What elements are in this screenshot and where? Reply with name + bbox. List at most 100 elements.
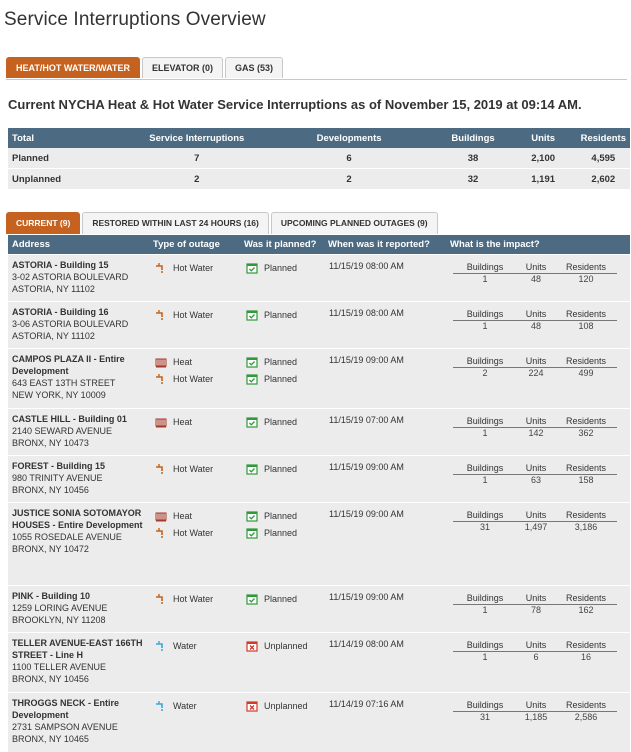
address-cell: TELLER AVENUE-EAST 166TH STREET - Line H…: [12, 637, 150, 685]
interruption-row: TELLER AVENUE-EAST 166TH STREET - Line H…: [8, 632, 630, 692]
interruption-row: THROGGS NECK - Entire Development 2731 SA…: [8, 692, 630, 752]
planned-status-label: Planned: [264, 463, 298, 474]
outage-type-cell: Water: [155, 637, 241, 654]
header-reported: When was it reported?: [328, 239, 430, 250]
impact-buildings-value: 1: [482, 321, 488, 331]
tab-elevator[interactable]: ELEVATOR (0): [142, 57, 224, 78]
outage-type-label: Water: [173, 640, 197, 651]
heat-icon: [155, 416, 167, 428]
address-cell: PINK - Building 10 1259 LORING AVENUE BROO…: [12, 590, 150, 626]
calendar-check-icon: [246, 510, 258, 522]
planned-status: Planned: [246, 259, 328, 276]
impact-buildings-value: 31: [479, 712, 490, 722]
planned-status-label: Planned: [264, 527, 298, 538]
interruption-row: ASTORIA - Building 16 3-06 ASTORIA BOULEV…: [8, 301, 630, 348]
planned-status: Planned: [246, 524, 328, 541]
impact-buildings-value: 1: [482, 274, 488, 284]
planned-cell: Planned: [246, 460, 328, 477]
summary-cell: 32: [436, 168, 510, 189]
impact-residents-label: Residents: [565, 416, 607, 426]
outage-type: Water: [155, 697, 241, 714]
impact-residents-label: Residents: [565, 640, 607, 650]
impact-units-value: 78: [530, 605, 541, 615]
outage-type-cell: Water: [155, 697, 241, 714]
planned-status: Planned: [246, 413, 328, 430]
summary-cell: 2,100: [509, 148, 577, 169]
interruption-row: JUSTICE SONIA SOTOMAYOR HOUSES - Entire …: [8, 502, 630, 585]
summary-cell: 2: [131, 168, 262, 189]
header-type: Type of outage: [153, 239, 220, 250]
planned-status-label: Planned: [264, 309, 298, 320]
outage-type: Hot Water: [155, 259, 241, 276]
interruption-row: CASTLE HILL - Building 01 2140 SEWARD AVE…: [8, 408, 630, 455]
impact-buildings-label: Buildings: [466, 640, 504, 650]
address-cell: CAMPOS PLAZA II - Entire Development 643 …: [12, 353, 150, 401]
outage-type: Hot Water: [155, 590, 241, 607]
summary-cell: 4,595: [576, 148, 630, 169]
planned-status-label: Planned: [264, 593, 298, 604]
impact-units-value: 142: [528, 428, 544, 438]
planned-status: Unplanned: [246, 637, 328, 654]
address-line: BRONX, NY 10456: [12, 485, 89, 495]
impact-buildings-label: Buildings: [466, 510, 504, 520]
impact-units-value: 1,497: [524, 522, 548, 532]
address-cell: JUSTICE SONIA SOTOMAYOR HOUSES - Entire …: [12, 507, 150, 555]
tab-divider: [6, 79, 627, 80]
tab-current[interactable]: CURRENT (9): [6, 212, 81, 234]
address-line: BRONX, NY 10473: [12, 438, 89, 448]
address-line: 980 TRINITY AVENUE: [12, 473, 103, 483]
impact-buildings-value: 1: [482, 605, 488, 615]
impact-units-value: 63: [530, 475, 541, 485]
outage-type-cell: Heat Hot Water: [155, 507, 241, 541]
impact-units-label: Units: [525, 463, 547, 473]
calendar-check-icon: [246, 373, 258, 385]
impact-buildings-value: 1: [482, 475, 488, 485]
planned-status: Planned: [246, 353, 328, 370]
impact-units-value: 48: [530, 274, 541, 284]
reported-date: 11/14/19 07:16 AM: [329, 699, 404, 709]
address-line: 643 EAST 13TH STREET: [12, 378, 116, 388]
impact-units-label: Units: [525, 262, 547, 272]
interruptions-rows: ASTORIA - Building 15 3-02 ASTORIA BOULEV…: [8, 254, 630, 752]
summary-cell: 7: [131, 148, 262, 169]
tab-upcoming[interactable]: UPCOMING PLANNED OUTAGES (9): [270, 212, 438, 234]
development-name: CASTLE HILL - Building 01: [12, 414, 127, 424]
summary-cell: 1,191: [509, 168, 577, 189]
heat-icon: [155, 510, 167, 522]
address-cell: THROGGS NECK - Entire Development 2731 SA…: [12, 697, 150, 745]
outage-type-label: Hot Water: [173, 527, 214, 538]
tab-restored[interactable]: RESTORED WITHIN LAST 24 HOURS (16): [82, 212, 269, 234]
impact-buildings-value: 2: [482, 368, 488, 378]
summary-header-total: Total: [8, 128, 132, 148]
planned-status: Planned: [246, 370, 328, 387]
development-name: PINK - Building 10: [12, 591, 91, 601]
summary-cell: Unplanned: [8, 168, 132, 189]
impact-residents-value: 162: [578, 605, 594, 615]
address-line: 1055 ROSEDALE AVENUE: [12, 532, 122, 542]
impact-residents-label: Residents: [565, 309, 607, 319]
interruption-row: ASTORIA - Building 15 3-02 ASTORIA BOULEV…: [8, 254, 630, 301]
outage-type: Hot Water: [155, 460, 241, 477]
planned-status-label: Planned: [264, 356, 298, 367]
outage-type: Heat: [155, 353, 241, 370]
planned-status-label: Unplanned: [264, 640, 308, 651]
tab-heat-hot-water[interactable]: HEAT/HOT WATER/WATER: [6, 57, 140, 78]
planned-status-label: Planned: [264, 510, 298, 521]
status-tabs: CURRENT (9) RESTORED WITHIN LAST 24 HOUR…: [6, 212, 440, 234]
summary-table: Total Service Interruptions Developments…: [8, 128, 630, 189]
summary-row-planned: Planned 7 6 38 2,100 4,595: [8, 148, 630, 169]
address-line: NEW YORK, NY 10009: [12, 390, 106, 400]
impact-buildings-value: 1: [482, 428, 488, 438]
impact-buildings-label: Buildings: [466, 356, 504, 366]
impact-units-value: 48: [530, 321, 541, 331]
development-name: THROGGS NECK - Entire Development: [12, 698, 120, 720]
address-line: 1100 TELLER AVENUE: [12, 662, 107, 672]
interruptions-heading: Current NYCHA Heat & Hot Water Service I…: [8, 97, 582, 112]
address-line: BRONX, NY 10472: [12, 544, 89, 554]
header-planned: Was it planned?: [244, 239, 317, 250]
planned-cell: Planned: [246, 590, 328, 607]
interruptions-header-row: Address Type of outage Was it planned? W…: [8, 235, 630, 254]
tab-gas[interactable]: GAS (53): [225, 57, 284, 78]
development-name: ASTORIA - Building 15: [12, 260, 109, 270]
planned-status: Planned: [246, 590, 328, 607]
